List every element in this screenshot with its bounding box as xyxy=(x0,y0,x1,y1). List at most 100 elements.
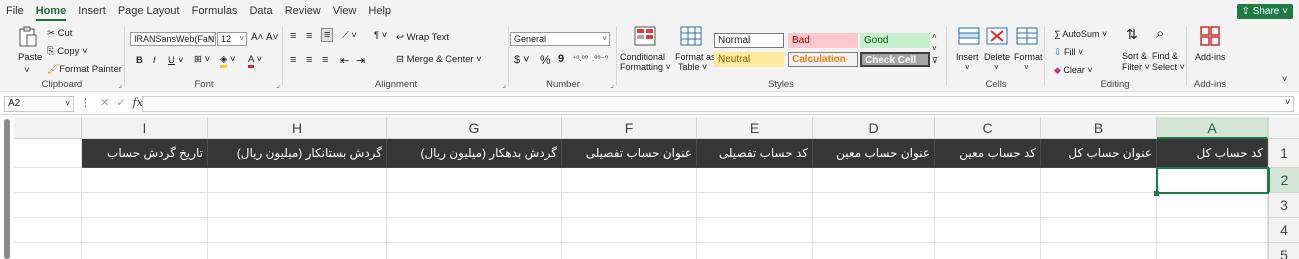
cell-j1[interactable] xyxy=(14,139,82,168)
cell-f3[interactable] xyxy=(562,193,697,218)
column-header-h[interactable]: H xyxy=(208,117,387,139)
style-good[interactable]: Good xyxy=(860,33,930,48)
font-launcher-icon[interactable]: ⌟ xyxy=(276,80,280,89)
font-size-select[interactable]: 12 ˅ xyxy=(217,32,247,46)
cell-i4[interactable] xyxy=(82,218,208,243)
column-header-b[interactable]: B xyxy=(1041,117,1157,139)
fill-button[interactable]: ⇩ Fill ˅ xyxy=(1054,47,1083,58)
cut-button[interactable]: ✂ Cut xyxy=(47,28,72,39)
find-select-sub[interactable]: Select ˅ xyxy=(1152,62,1185,72)
cell-g3[interactable] xyxy=(387,193,562,218)
cell-h5[interactable] xyxy=(208,243,387,259)
name-box[interactable]: A2 ˅ xyxy=(4,96,74,112)
share-button[interactable]: ⇪ Share ˅ xyxy=(1236,4,1293,19)
conditional-formatting-icon[interactable] xyxy=(634,26,656,46)
wrap-text-button[interactable]: ↩ Wrap Text xyxy=(396,32,449,43)
vertical-scrollbar[interactable] xyxy=(4,119,10,259)
style-bad[interactable]: Bad xyxy=(788,33,858,48)
cell-d2[interactable] xyxy=(813,168,935,193)
merge-center-button[interactable]: ⊟ Merge & Center ˅ xyxy=(396,54,482,65)
cell-c1[interactable]: کد حساب معین xyxy=(935,139,1041,168)
number-launcher-icon[interactable]: ⌟ xyxy=(610,80,614,89)
conditional-formatting-sub[interactable]: Formatting ˅ xyxy=(620,62,671,72)
text-direction-icon[interactable]: ¶ ˅ xyxy=(374,30,387,41)
comma-style-button[interactable]: 9 xyxy=(558,53,564,65)
cell-j4[interactable] xyxy=(14,218,82,243)
cell-e4[interactable] xyxy=(697,218,813,243)
cell-i1[interactable]: تاریخ گردش حساب xyxy=(82,139,208,168)
menu-data[interactable]: Data xyxy=(243,0,278,22)
cancel-icon[interactable]: ✕ xyxy=(100,97,109,109)
align-left-icon[interactable]: ≡ xyxy=(290,54,296,66)
cell-j5[interactable] xyxy=(14,243,82,259)
cell-a4[interactable] xyxy=(1157,218,1268,243)
fill-color-icon[interactable]: ◈ ˅ xyxy=(220,54,236,68)
column-header-f[interactable]: F xyxy=(562,117,697,139)
styles-more-icon[interactable]: ⊽ xyxy=(932,56,938,65)
cell-e5[interactable] xyxy=(697,243,813,259)
menu-view[interactable]: View xyxy=(327,0,363,22)
styles-scroll-up-icon[interactable]: ˄ xyxy=(932,32,937,41)
cell-c2[interactable] xyxy=(935,168,1041,193)
cell-c3[interactable] xyxy=(935,193,1041,218)
cell-j3[interactable] xyxy=(14,193,82,218)
row-header-1[interactable]: 1 xyxy=(1268,139,1299,168)
cell-b5[interactable] xyxy=(1041,243,1157,259)
cell-g4[interactable] xyxy=(387,218,562,243)
cell-e3[interactable] xyxy=(697,193,813,218)
sort-filter-icon[interactable]: ⇅ xyxy=(1126,26,1138,43)
cell-b2[interactable] xyxy=(1041,168,1157,193)
copy-button[interactable]: ⎘ Copy ˅ xyxy=(47,46,88,57)
style-normal[interactable]: Normal xyxy=(714,33,784,48)
cell-d1[interactable]: عنوان حساب معین xyxy=(813,139,935,168)
percent-button[interactable]: % xyxy=(540,53,551,67)
menu-insert[interactable]: Insert xyxy=(72,0,112,22)
format-painter-button[interactable]: 🖌Format Painter xyxy=(47,64,122,75)
underline-dropdown-icon[interactable]: ˅ xyxy=(178,55,184,66)
insert-cells-button[interactable]: Insert xyxy=(956,52,979,62)
font-name-select[interactable]: IRANSansWeb(FaNu ˅ xyxy=(130,32,216,46)
column-header-a[interactable]: A xyxy=(1157,117,1268,139)
column-header-blank[interactable] xyxy=(14,117,82,139)
menu-help[interactable]: Help xyxy=(362,0,397,22)
column-header-e[interactable]: E xyxy=(697,117,813,139)
addins-button[interactable]: Add-ins xyxy=(1195,52,1226,62)
cell-b1[interactable]: عنوان حساب کل xyxy=(1041,139,1157,168)
grow-font-button[interactable]: A˄ xyxy=(251,32,264,43)
menu-file[interactable]: File xyxy=(0,0,30,22)
alignment-launcher-icon[interactable]: ⌟ xyxy=(502,80,506,89)
cell-f2[interactable] xyxy=(562,168,697,193)
borders-icon[interactable]: ⊞ ˅ xyxy=(194,54,210,65)
cell-g2[interactable] xyxy=(387,168,562,193)
style-neutral[interactable]: Neutral xyxy=(714,52,784,67)
paste-dropdown-icon[interactable]: ˅ xyxy=(24,65,30,76)
cell-e1[interactable]: کد حساب تفصیلی xyxy=(697,139,813,168)
column-header-d[interactable]: D xyxy=(813,117,935,139)
collapse-ribbon-icon[interactable]: ˅ xyxy=(1282,74,1287,84)
cell-h2[interactable] xyxy=(208,168,387,193)
row-header-5[interactable]: 5 xyxy=(1268,243,1299,259)
enter-icon[interactable]: ✓ xyxy=(116,97,125,109)
decrease-decimal-icon[interactable]: .⁰⁰⁻⁰ xyxy=(592,54,608,63)
cell-a1[interactable]: کد حساب کل xyxy=(1157,139,1268,168)
currency-button[interactable]: $ ˅ xyxy=(514,54,530,66)
cell-d3[interactable] xyxy=(813,193,935,218)
insert-dropdown-icon[interactable]: ˅ xyxy=(965,63,970,72)
cell-d5[interactable] xyxy=(813,243,935,259)
conditional-formatting-button[interactable]: Conditional xyxy=(620,52,665,62)
cell-b3[interactable] xyxy=(1041,193,1157,218)
cell-f5[interactable] xyxy=(562,243,697,259)
addins-icon[interactable] xyxy=(1200,26,1222,46)
cell-c4[interactable] xyxy=(935,218,1041,243)
find-select-button[interactable]: Find & xyxy=(1152,51,1178,61)
row-header-2[interactable]: 2 xyxy=(1268,168,1299,193)
search-icon[interactable]: ⌕ xyxy=(1156,25,1164,42)
delete-cells-icon[interactable] xyxy=(986,27,1008,47)
paste-icon[interactable] xyxy=(17,26,39,47)
align-right-icon[interactable]: ≡ xyxy=(322,54,328,66)
cell-h4[interactable] xyxy=(208,218,387,243)
format-as-table-button[interactable]: Format as xyxy=(675,52,716,62)
menu-home[interactable]: Home xyxy=(30,0,73,22)
cell-f1[interactable]: عنوان حساب تفصیلی xyxy=(562,139,697,168)
row-header-4[interactable]: 4 xyxy=(1268,218,1299,243)
